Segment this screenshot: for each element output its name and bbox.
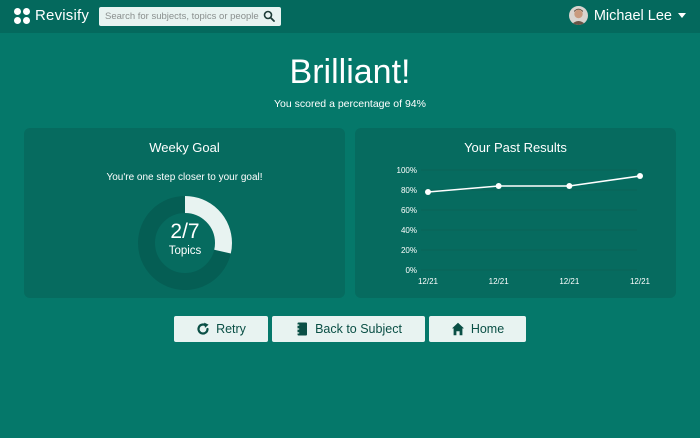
goal-unit: Topics (168, 245, 202, 257)
avatar (568, 6, 588, 25)
data-point (495, 183, 502, 189)
y-tick-label: 60% (401, 206, 417, 215)
weekly-goal-message: You're one step closer to your goal! (106, 172, 263, 183)
weekly-goal-card: Weeky Goal You're one step closer to you… (24, 128, 345, 298)
x-tick-label: 12/21 (418, 277, 439, 286)
search-input[interactable] (99, 11, 259, 22)
user-menu[interactable]: Michael Lee (568, 6, 686, 25)
retry-label: Retry (216, 322, 246, 336)
back-to-subject-button[interactable]: Back to Subject (272, 316, 425, 342)
goal-progress-label: 2/7 Topics (138, 220, 232, 258)
app-name: Revisify (35, 7, 90, 24)
y-tick-label: 0% (405, 266, 417, 275)
weekly-goal-title: Weeky Goal (149, 140, 220, 155)
search-icon[interactable] (263, 10, 275, 22)
score-summary: You scored a percentage of 94% (274, 98, 426, 110)
x-tick-label: 12/21 (630, 277, 651, 286)
y-tick-label: 80% (401, 186, 417, 195)
app-logo[interactable]: Revisify (14, 7, 89, 24)
search-box (99, 7, 281, 26)
top-navigation-bar: Revisify Michael Lee (0, 0, 700, 33)
y-tick-label: 20% (401, 246, 417, 255)
y-tick-label: 40% (401, 226, 417, 235)
data-point (637, 173, 643, 179)
goal-fraction: 2/7 (170, 220, 200, 243)
back-to-subject-label: Back to Subject (315, 322, 402, 336)
home-label: Home (470, 322, 505, 336)
data-point (566, 183, 573, 189)
x-tick-label: 12/21 (489, 277, 510, 286)
refresh-icon (197, 322, 209, 335)
logo-dots-icon (14, 7, 30, 24)
user-name: Michael Lee (593, 7, 672, 24)
x-tick-label: 12/21 (559, 277, 580, 286)
data-point (425, 189, 431, 195)
past-results-card: Your Past Results 0% 20% 40% 60% 80% 100% 12/2… (355, 128, 676, 298)
notebook-icon (296, 322, 308, 336)
chevron-down-icon[interactable] (678, 13, 686, 18)
past-results-chart: 0% 20% 40% 60% 80% 100% 12/21 12/21 12/21 12/21 (397, 166, 651, 286)
retry-button[interactable]: Retry (174, 316, 268, 342)
past-results-title: Your Past Results (464, 140, 567, 155)
home-button[interactable]: Home (429, 316, 526, 342)
home-icon (451, 322, 464, 336)
result-headline: Brilliant! (289, 53, 411, 91)
y-tick-label: 100% (397, 166, 417, 175)
